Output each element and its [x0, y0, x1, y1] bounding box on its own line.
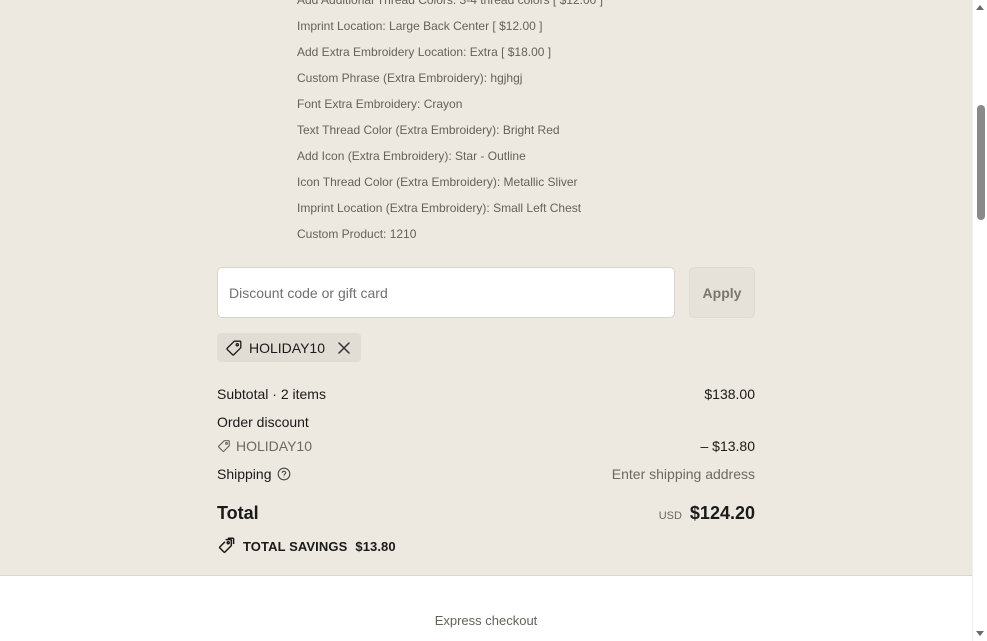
tag-icon [217, 439, 231, 453]
total-savings-value: $13.80 [355, 538, 396, 554]
scroll-up-arrow-icon[interactable] [976, 5, 984, 10]
line-item-property: Icon Thread Color (Extra Embroidery): Me… [297, 175, 578, 189]
remove-discount-button[interactable] [335, 339, 353, 357]
line-item-property: Custom Product: 1210 [297, 227, 417, 241]
applied-discount-tag: HOLIDAY10 [217, 333, 361, 362]
apply-discount-button[interactable]: Apply [689, 267, 755, 318]
discount-value: – $13.80 [700, 438, 756, 454]
tags-icon [217, 537, 235, 555]
tag-icon [225, 339, 243, 357]
subtotal-label: Subtotal · 2 items [217, 386, 326, 402]
line-item-property: Imprint Location: Large Back Center [ $1… [297, 19, 543, 33]
subtotal-value: $138.00 [704, 386, 755, 402]
order-discount-row: Order discount [217, 412, 755, 432]
line-item-property: Add Icon (Extra Embroidery): Star - Outl… [297, 149, 526, 163]
scroll-down-arrow-icon[interactable] [976, 631, 984, 636]
discount-code-row: HOLIDAY10 – $13.80 [217, 436, 755, 456]
shipping-row: Shipping Enter shipping address [217, 464, 755, 484]
discount-code-label: HOLIDAY10 [217, 438, 312, 454]
page-scrollbar[interactable] [972, 0, 987, 641]
discount-form: Apply [217, 267, 755, 318]
line-item-property: Add Extra Embroidery Location: Extra [ $… [297, 45, 552, 59]
shipping-label: Shipping [217, 466, 272, 482]
total-value: $124.20 [689, 503, 755, 523]
total-label: Total [217, 503, 259, 523]
total-savings-label: TOTAL SAVINGS [243, 538, 348, 554]
total-amount: USD $124.20 [659, 503, 755, 524]
discount-code-text: HOLIDAY10 [236, 438, 312, 454]
shipping-label-group: Shipping [217, 466, 291, 482]
line-item-properties: Add Additional Thread Colors: 3-4 thread… [297, 0, 603, 247]
line-item-property: Text Thread Color (Extra Embroidery): Br… [297, 123, 560, 137]
close-icon [338, 341, 350, 354]
line-item-property: Imprint Location (Extra Embroidery): Sma… [297, 201, 582, 215]
question-circle-icon[interactable] [277, 467, 291, 481]
shipping-value: Enter shipping address [611, 466, 755, 482]
total-savings-row: TOTAL SAVINGS $13.80 [217, 536, 396, 556]
order-summary-panel: Add Additional Thread Colors: 3-4 thread… [0, 0, 972, 576]
currency-code: USD [658, 510, 682, 522]
line-item-property: Font Extra Embroidery: Crayon [297, 97, 463, 111]
scroll-thumb[interactable] [977, 105, 985, 220]
subtotal-row: Subtotal · 2 items $138.00 [217, 384, 755, 404]
total-row: Total USD $124.20 [217, 503, 755, 529]
applied-discount-code: HOLIDAY10 [249, 339, 325, 356]
order-discount-label: Order discount [217, 414, 309, 430]
line-item-property: Add Additional Thread Colors: 3-4 thread… [297, 0, 603, 7]
discount-code-input[interactable] [217, 267, 675, 318]
line-item-property: Custom Phrase (Extra Embroidery): hgjhgj [297, 71, 523, 85]
express-checkout-heading: Express checkout [434, 613, 538, 628]
